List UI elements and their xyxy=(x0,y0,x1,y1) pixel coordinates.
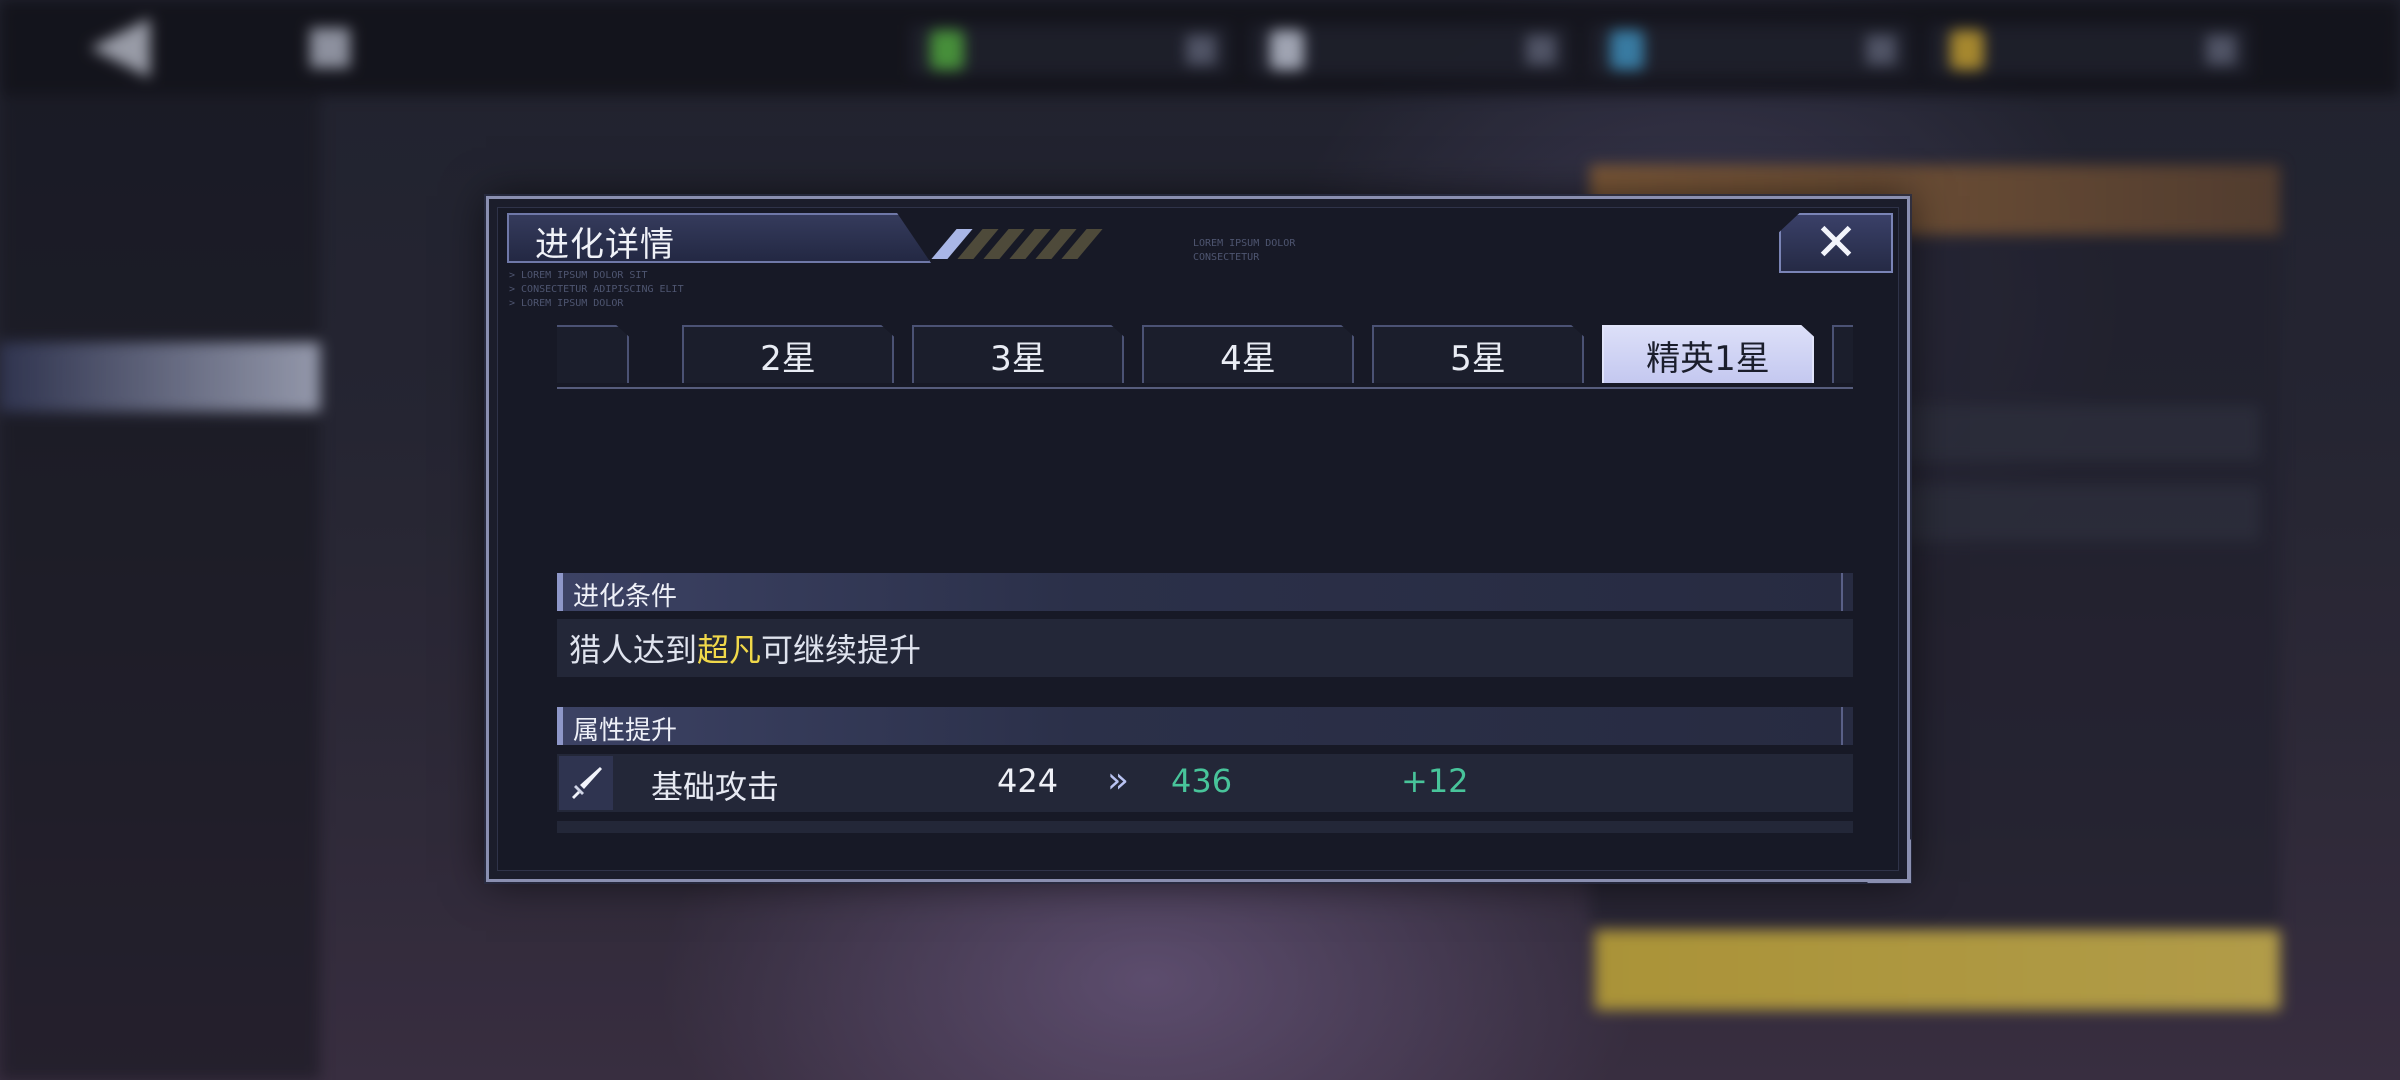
stat-name: 基础攻击 xyxy=(651,768,780,806)
condition-header-label: 进化条件 xyxy=(573,582,678,612)
decorative-stripes xyxy=(931,229,1144,259)
close-button[interactable]: ✕ xyxy=(1779,213,1893,273)
stat-row-base-attack: 基础攻击 424 » 436 +12 xyxy=(557,754,1853,812)
stat-new-value: 436 xyxy=(1171,762,1233,800)
tab-star-2[interactable]: 2星 xyxy=(682,325,894,383)
star-tabs: 1星 2星 3星 4星 5星 精英1星 xyxy=(557,325,1853,385)
tab-underline xyxy=(557,387,1853,389)
stat-increase: +12 xyxy=(1401,762,1469,800)
tab-star-3[interactable]: 3星 xyxy=(912,325,1124,383)
attribute-section-header: 属性提升 xyxy=(557,707,1853,746)
tab-next[interactable] xyxy=(1832,325,1853,383)
close-icon: ✕ xyxy=(1814,213,1858,273)
evolution-detail-dialog: 进化详情 LOREM IPSUM DOLOR CONSECTETUR > LOR… xyxy=(486,196,1911,883)
condition-section-header: 进化条件 xyxy=(557,573,1853,612)
attribute-header-label: 属性提升 xyxy=(573,716,678,746)
stat-row-partial xyxy=(557,821,1853,833)
dialog-title: 进化详情 xyxy=(535,225,675,265)
tab-star-4[interactable]: 4星 xyxy=(1142,325,1354,383)
rank-highlight: 超凡 xyxy=(697,631,762,669)
double-chevron-icon: » xyxy=(1107,760,1129,801)
decorative-text: LOREM IPSUM DOLOR CONSECTETUR xyxy=(1193,238,1296,263)
condition-text: 猎人达到 超凡 可继续提升 xyxy=(557,619,1853,677)
tab-elite-star-1[interactable]: 精英1星 xyxy=(1602,325,1814,383)
stat-old-value: 424 xyxy=(997,762,1059,800)
decorative-text: > LOREM IPSUM DOLOR SIT > CONSECTETUR AD… xyxy=(509,270,684,309)
sword-icon xyxy=(559,756,613,810)
tab-star-1[interactable]: 1星 xyxy=(557,325,629,383)
tab-star-5[interactable]: 5星 xyxy=(1372,325,1584,383)
